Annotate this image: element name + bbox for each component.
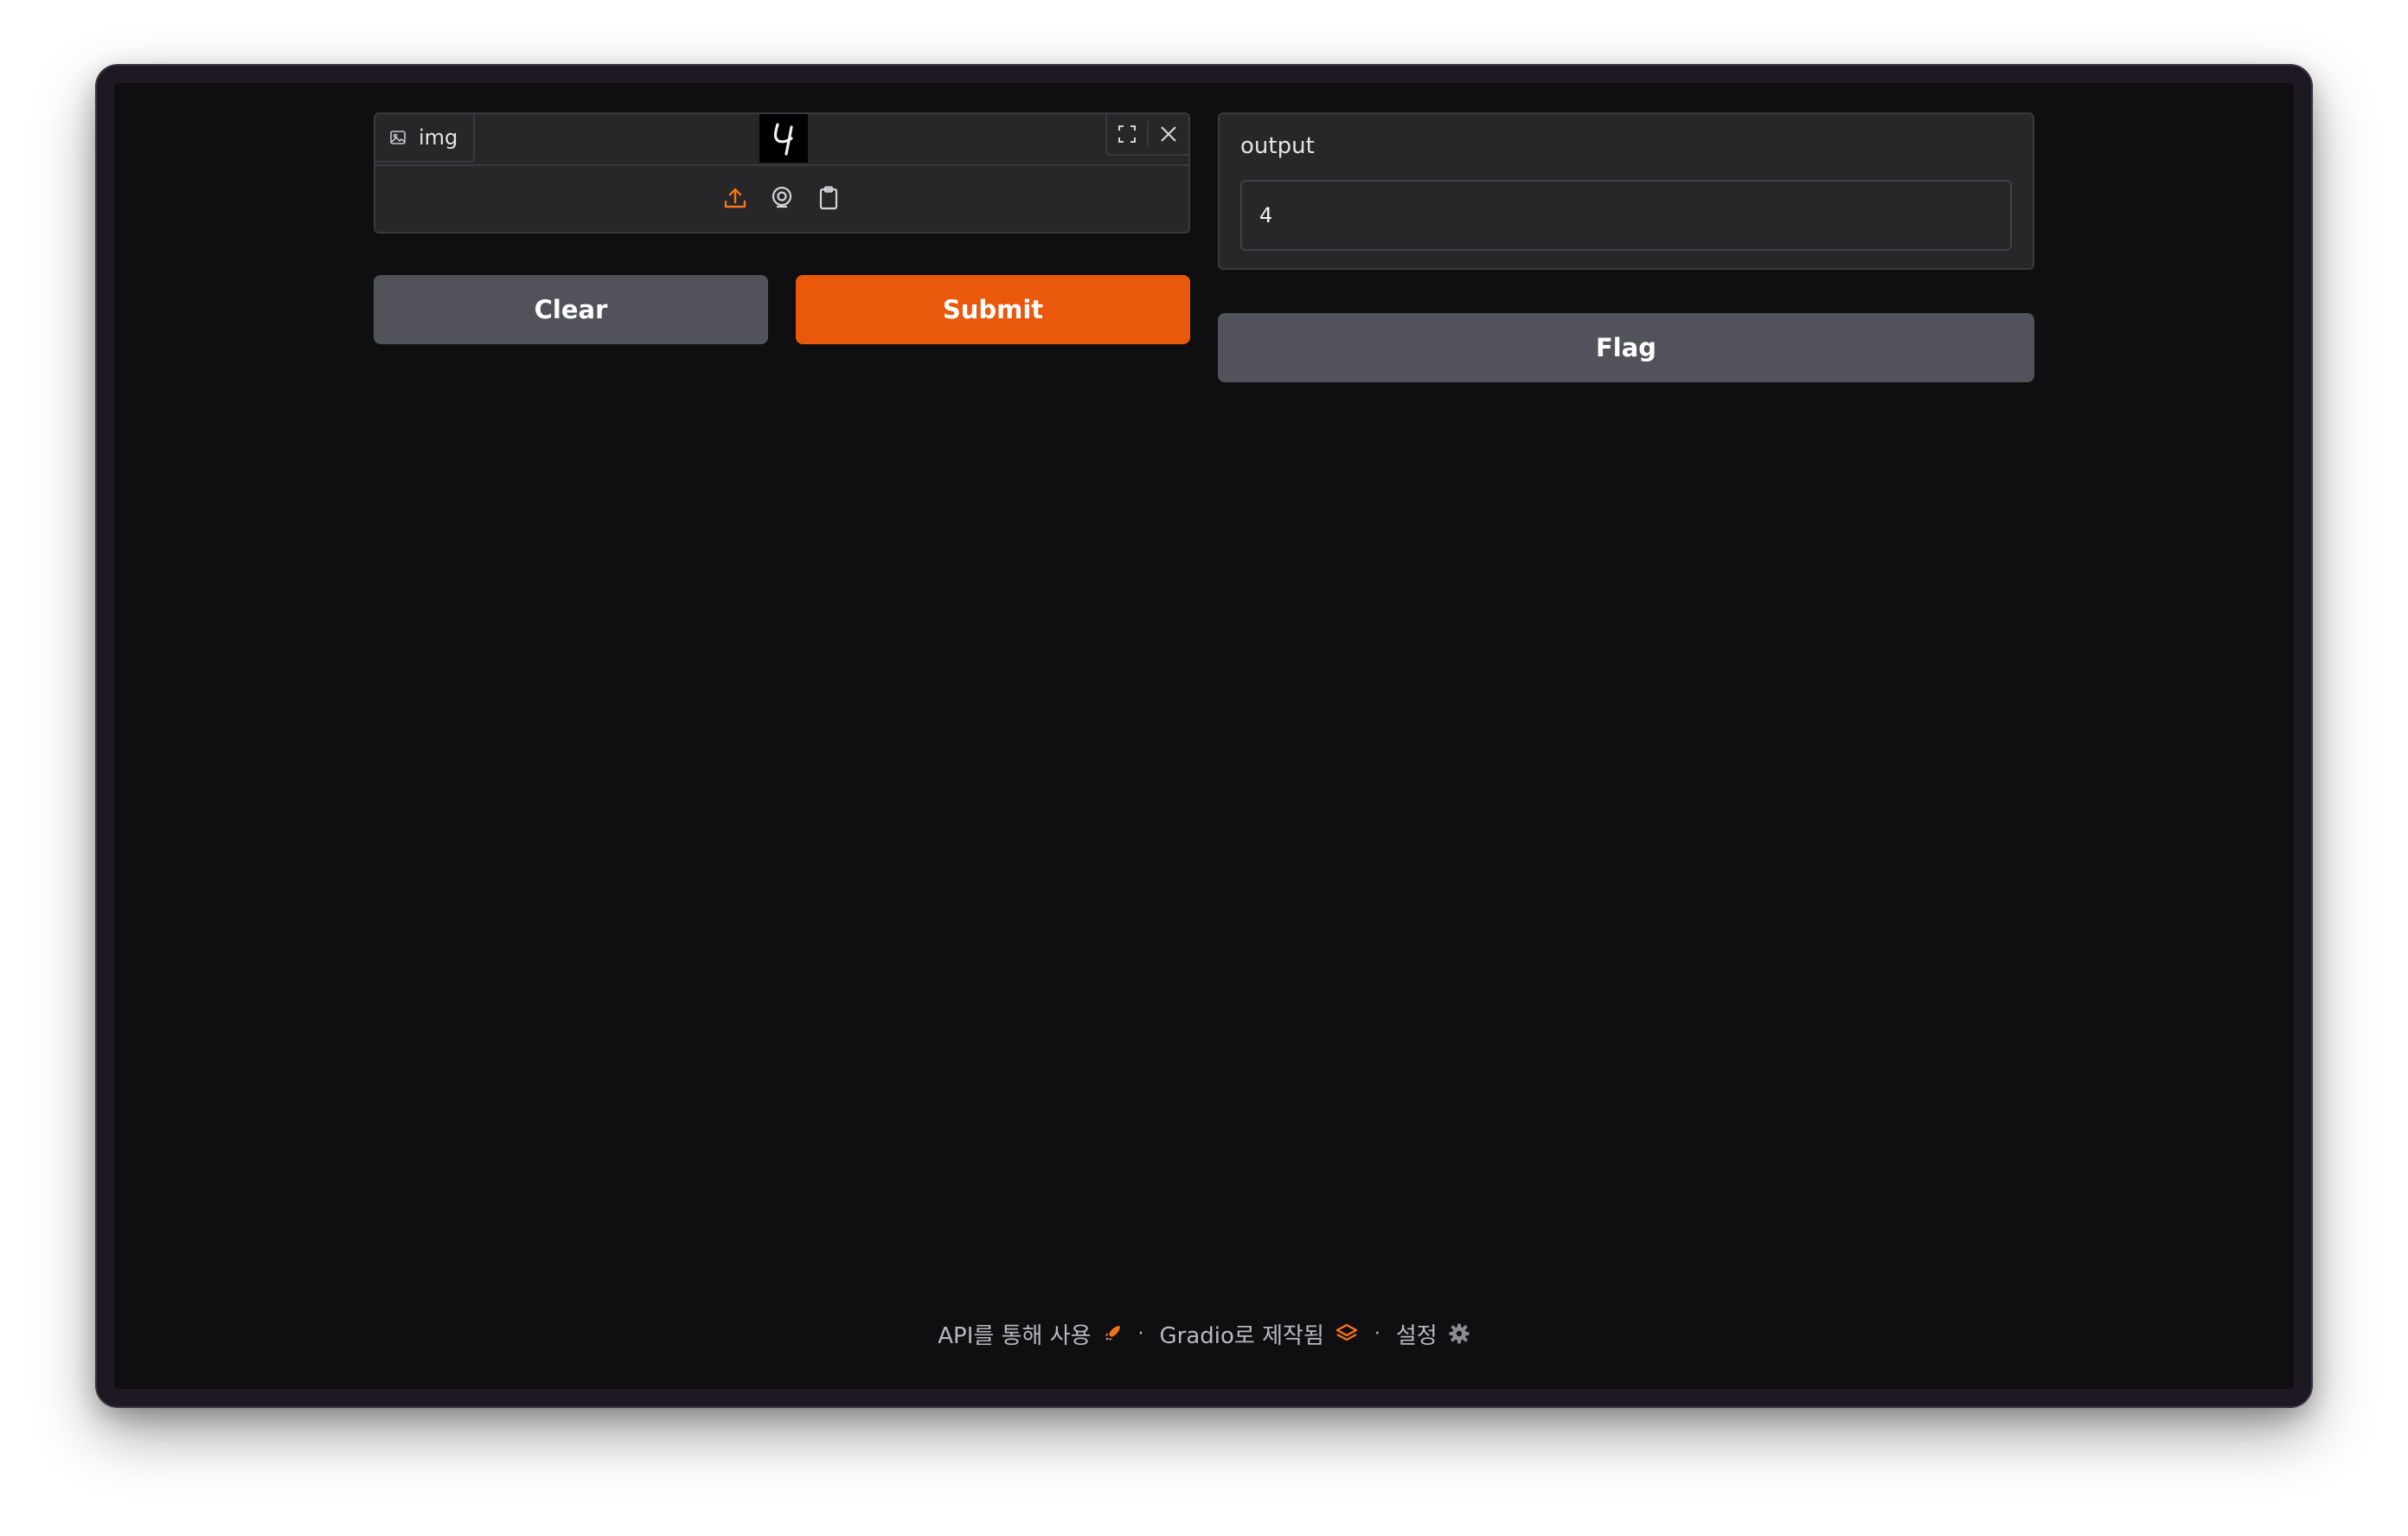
app-window: img Clear Submit output 4 Flag API를 통해 사… <box>97 66 2311 1406</box>
clipboard-icon <box>819 186 838 210</box>
footer-separator: · <box>1137 1322 1144 1345</box>
upload-source-button[interactable] <box>720 183 750 213</box>
rocket-icon <box>1105 1326 1120 1341</box>
image-source-selector <box>375 173 1188 223</box>
app-canvas: img Clear Submit output 4 Flag API를 통해 사… <box>114 83 2294 1389</box>
gear-icon <box>1449 1323 1470 1344</box>
output-label: output <box>1240 133 1315 159</box>
output-panel: output 4 <box>1218 112 2034 270</box>
fullscreen-icon <box>1118 125 1136 143</box>
gradio-link-label: Gradio로 제작됨 <box>1159 1322 1324 1349</box>
gradio-link[interactable]: Gradio로 제작됨 <box>1160 1318 1359 1350</box>
footer-separator: · <box>1374 1322 1380 1345</box>
clear-image-button[interactable] <box>1149 115 1188 153</box>
image-input-label-text: img <box>419 125 458 150</box>
webcam-icon <box>772 186 792 208</box>
footer: API를 통해 사용 · Gradio로 제작됨 · 설정 <box>114 1316 2294 1351</box>
api-link-label: API를 통해 사용 <box>938 1322 1092 1349</box>
output-textbox[interactable]: 4 <box>1240 180 2012 251</box>
clear-button[interactable]: Clear <box>374 275 768 344</box>
settings-link[interactable]: 설정 <box>1396 1318 1470 1350</box>
fullscreen-button[interactable] <box>1107 115 1147 153</box>
settings-link-label: 설정 <box>1395 1322 1438 1349</box>
close-icon <box>1161 126 1176 142</box>
webcam-source-button[interactable] <box>767 183 797 213</box>
api-link[interactable]: API를 통해 사용 <box>938 1318 1122 1350</box>
clipboard-source-button[interactable] <box>814 183 843 213</box>
flag-button[interactable]: Flag <box>1218 313 2034 382</box>
image-toolbar <box>1105 114 1188 156</box>
image-icon <box>389 129 407 146</box>
output-value: 4 <box>1259 203 1273 227</box>
image-input-label: img <box>375 114 476 163</box>
submit-button[interactable]: Submit <box>796 275 1190 344</box>
gradio-logo-icon <box>1335 1323 1358 1341</box>
digit-image <box>773 123 793 156</box>
image-input-panel: img <box>374 112 1190 234</box>
upload-icon <box>724 188 746 208</box>
image-preview[interactable] <box>759 114 808 163</box>
